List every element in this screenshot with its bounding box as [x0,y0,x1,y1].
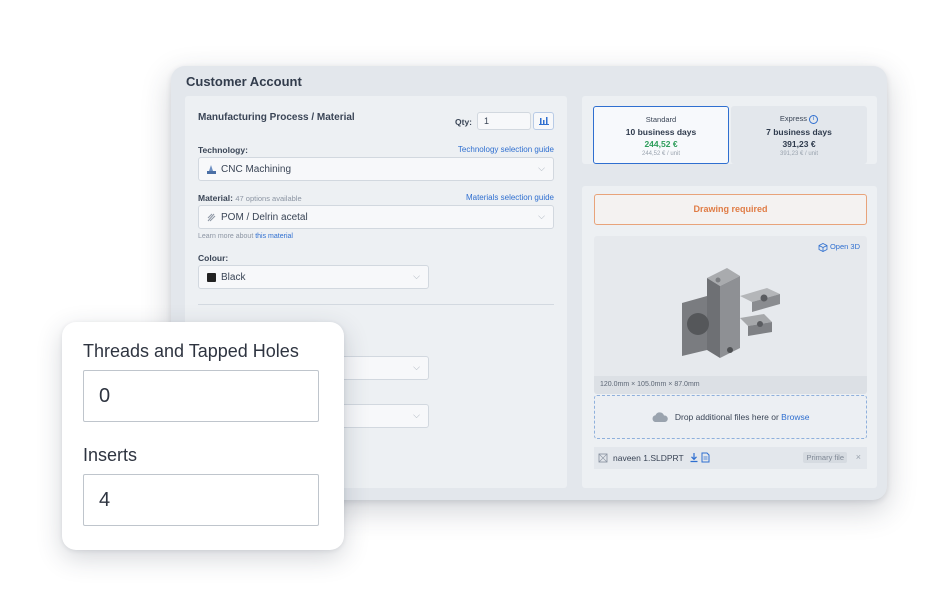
download-icon[interactable] [689,452,699,463]
express-name: Express [779,114,807,123]
standard-days: 10 business days [625,127,697,137]
technology-guide-link[interactable]: Technology selection guide [458,145,554,154]
materials-guide-link[interactable]: Materials selection guide [466,193,554,202]
file-row: naveen 1.SLDPRT Primary file × [594,447,867,469]
price-chart-button[interactable] [533,112,554,130]
standard-name: Standard [645,115,677,124]
chevron-down-icon: ⌵ [538,163,545,173]
qty-input[interactable]: 1 [477,112,531,130]
learn-more-text: Learn more about this material [198,233,293,240]
threads-select[interactable]: ⌵ [341,356,429,380]
chevron-down-icon: ⌵ [538,211,545,221]
zoom-overlay-card: Threads and Tapped Holes 0 Inserts 4 [62,322,344,550]
delivery-option-express[interactable]: Express i 7 business days 391,23 € 391,2… [731,106,867,164]
chevron-down-icon: ⌵ [413,410,420,420]
part-dimensions: 120.0mm × 105.0mm × 87.0mm [594,376,867,394]
express-days: 7 business days [766,126,832,137]
express-price: 391,23 € [782,138,816,149]
qty-value: 1 [484,116,490,126]
card-title: Customer Account [186,74,302,89]
threads-label: Threads and Tapped Holes [83,341,299,361]
colour-swatch [207,273,216,282]
cloud-upload-icon [653,412,669,423]
remove-file-icon[interactable]: × [856,452,861,462]
threads-input[interactable]: 0 [83,370,319,422]
chevron-down-icon: ⌵ [413,271,420,281]
delivery-option-standard[interactable]: Standard 10 business days 244,52 € 244,5… [593,106,729,164]
3d-viewer[interactable]: Open 3D 120.0mm × 105.0mm × 87.0mm [594,236,867,394]
standard-unit-price: 244,52 € / unit [641,151,681,157]
file-drop-zone[interactable]: Drop additional files here or Browse [594,395,867,439]
material-select[interactable]: POM / Delrin acetal ⌵ [198,205,554,229]
technology-value: CNC Machining [221,164,292,175]
file-name: naveen 1.SLDPRT [613,453,684,463]
colour-label: Colour: [198,253,229,263]
drawing-required-button[interactable]: Drawing required [594,194,867,225]
info-icon[interactable]: i [809,114,819,124]
cube-icon [818,242,828,252]
part-3d-model [682,268,780,358]
document-icon[interactable] [701,452,710,463]
material-icon [207,213,216,222]
chart-icon [539,117,549,125]
this-material-link[interactable]: this material [255,233,293,240]
inserts-label: Inserts [83,445,138,465]
inserts-select[interactable]: ⌵ [341,404,429,428]
cnc-machine-icon [207,165,216,174]
technology-label: Technology: [198,145,248,155]
qty-label: Qty: [455,117,472,127]
process-heading: Manufacturing Process / Material [198,112,355,123]
colour-value: Black [221,272,246,283]
material-label: Material: 47 options available [198,193,302,203]
primary-file-badge: Primary file [803,452,847,463]
standard-price: 244,52 € [644,139,678,149]
chevron-down-icon: ⌵ [413,362,420,372]
open-3d-link[interactable]: Open 3D [818,242,860,252]
inserts-input[interactable]: 4 [83,474,319,526]
drop-text: Drop additional files here or [674,412,779,422]
section-divider [198,304,554,305]
technology-select[interactable]: CNC Machining ⌵ [198,157,554,181]
material-count: 47 options available [235,194,302,203]
material-value: POM / Delrin acetal [221,212,308,223]
express-unit-price: 391,23 € / unit [779,150,819,157]
file-type-icon [598,453,608,463]
colour-select[interactable]: Black ⌵ [198,265,429,289]
browse-link[interactable]: Browse [781,412,809,422]
